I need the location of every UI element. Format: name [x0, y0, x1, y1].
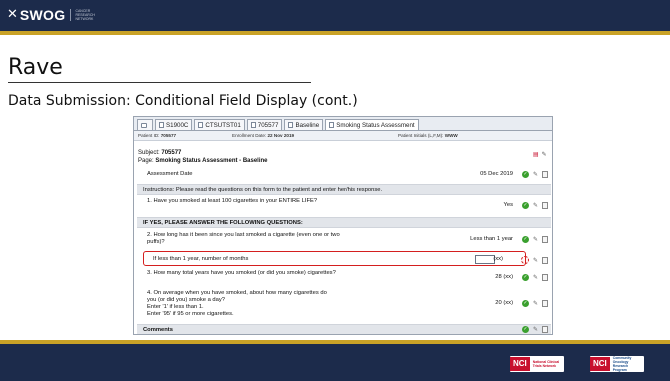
tab-site[interactable]: CTSUTST01	[194, 119, 245, 130]
folder-icon	[198, 122, 204, 128]
tab-label: 705577	[257, 121, 279, 129]
conditional-header-bar: IF YES, PLEASE ANSWER THE FOLLOWING QUES…	[137, 217, 551, 228]
pencil-icon[interactable]: ✎	[533, 300, 538, 307]
folder-icon	[288, 122, 294, 128]
field-hint: Enter '95' if 95 or more cigarettes.	[147, 311, 234, 317]
swog-logo: ✕ SWOG CANCER RESEARCH NETWORK	[7, 7, 97, 23]
field-value[interactable]: 05 Dec 2019	[480, 171, 513, 178]
form-row-q1: 1. Have you smoked at least 100 cigarett…	[137, 198, 551, 214]
conditional-header-text: IF YES, PLEASE ANSWER THE FOLLOWING QUES…	[143, 220, 303, 226]
check-icon: ✓	[521, 274, 529, 281]
note-icon[interactable]	[542, 171, 548, 178]
form-header: Subject: 705577 Page: Smoking Status Ass…	[138, 150, 268, 165]
field-hint: Enter '1' if less than 1.	[147, 304, 204, 310]
pencil-icon[interactable]: ✎	[533, 257, 538, 264]
field-label: 1. Have you smoked at least 100 cigarett…	[147, 198, 318, 204]
field-label-group: 4. On average when you have smoked, abou…	[147, 290, 337, 318]
logo-wordmark: SWOG	[19, 7, 66, 23]
tab-label: S1900C	[166, 121, 189, 129]
comments-bar: Comments ✓ ✎	[137, 324, 551, 334]
pencil-icon[interactable]: ✎	[533, 274, 538, 281]
field-label: Assessment Date	[147, 171, 193, 177]
note-icon[interactable]	[542, 326, 548, 333]
field-icons: ✓ ✎	[521, 202, 548, 209]
instructions-text: Instructions: Please read the questions …	[143, 187, 383, 193]
swog-x-icon: ✕	[7, 7, 18, 22]
pencil-icon[interactable]: ✎	[533, 236, 538, 243]
pencil-icon[interactable]: ✎	[533, 202, 538, 209]
form-row-q2: 2. How long has it been since you last s…	[137, 232, 551, 248]
folder-icon	[159, 122, 164, 128]
person-icon	[250, 122, 256, 128]
slide-title: Rave	[8, 55, 63, 80]
tab-home[interactable]	[137, 119, 153, 130]
logo-tagline: CANCER RESEARCH NETWORK	[75, 9, 95, 21]
field-value[interactable]: Less than 1 year	[470, 236, 513, 243]
form-row-q4: 4. On average when you have smoked, abou…	[137, 290, 551, 320]
field-icons: ✓ ✎	[521, 236, 548, 243]
nci-text: Community Oncology Research Program	[612, 356, 632, 372]
patient-initials: Patient Initials (L,F,M): WWW	[398, 133, 458, 138]
patient-info-bar: Patient ID: 705577 Enrollment Date: 22 N…	[134, 131, 552, 141]
patient-id: Patient ID: 705577	[138, 133, 177, 138]
tab-label: CTSUTST01	[205, 121, 241, 129]
check-icon: ✓	[521, 202, 529, 209]
field-icons: ✓ ✎	[521, 326, 548, 333]
conditional-field-highlight	[143, 251, 526, 266]
field-icons: ✓ ✎	[521, 274, 548, 281]
nci-text: National Clinical Trials Network	[532, 360, 560, 368]
page-icon	[329, 122, 335, 128]
note-icon[interactable]	[542, 274, 548, 281]
form-row-q3: 3. How many total years have you smoked …	[137, 270, 551, 286]
form-header-icons: ▤ ✎	[533, 151, 547, 158]
top-banner: ✕ SWOG CANCER RESEARCH NETWORK	[0, 0, 670, 31]
nci-badge: NCI	[510, 357, 530, 371]
tab-label: Smoking Status Assessment	[336, 121, 415, 129]
pencil-icon[interactable]: ✎	[533, 326, 538, 333]
form-row-assessment-date: Assessment Date 05 Dec 2019 ✓ ✎	[137, 171, 551, 179]
field-icons: ✓ ✎	[521, 300, 548, 307]
nci-nctn-logo: NCI National Clinical Trials Network	[510, 356, 564, 372]
page-line: Page: Smoking Status Assessment - Baseli…	[138, 157, 268, 164]
check-icon: ✓	[521, 236, 529, 243]
field-value[interactable]: 20 (xx)	[495, 300, 513, 307]
field-label: 3. How many total years have you smoked …	[147, 270, 336, 276]
tab-study[interactable]: S1900C	[155, 119, 193, 130]
title-underline	[8, 82, 311, 83]
note-icon[interactable]	[542, 236, 548, 243]
tab-label: Baseline	[295, 121, 320, 129]
rave-screenshot: S1900C CTSUTST01 705577 Baseline Smoking…	[133, 116, 553, 335]
check-icon: ✓	[521, 300, 529, 307]
nci-badge: NCI	[590, 357, 610, 371]
check-icon: ✓	[521, 326, 529, 333]
field-value[interactable]: 28 (xx)	[495, 274, 513, 281]
comments-label: Comments	[143, 327, 173, 333]
instructions-bar: Instructions: Please read the questions …	[137, 184, 551, 195]
field-label: 4. On average when you have smoked, abou…	[147, 290, 327, 303]
tab-folder[interactable]: Baseline	[284, 119, 324, 130]
note-icon[interactable]	[542, 256, 548, 264]
tab-subject[interactable]: 705577	[246, 119, 283, 130]
field-label: 2. How long has it been since you last s…	[147, 232, 340, 245]
logo-divider	[70, 9, 72, 21]
pencil-icon[interactable]: ✎	[533, 171, 538, 178]
check-icon: ✓	[521, 171, 529, 178]
subject-line: Subject: 705577	[138, 150, 182, 156]
rave-tab-bar: S1900C CTSUTST01 705577 Baseline Smoking…	[134, 117, 552, 131]
note-icon[interactable]	[542, 202, 548, 209]
enrollment-date: Enrollment Date: 22 Nov 2019	[232, 133, 295, 138]
slide-subtitle: Data Submission: Conditional Field Displ…	[8, 93, 358, 109]
tab-form[interactable]: Smoking Status Assessment	[325, 119, 419, 130]
pdf-icon[interactable]: ▤	[533, 151, 539, 158]
bottom-banner	[0, 344, 670, 381]
note-icon[interactable]	[542, 300, 548, 307]
home-icon	[141, 122, 147, 128]
field-icons: ✓ ✎	[521, 171, 548, 178]
top-accent-line	[0, 31, 670, 35]
pencil-icon[interactable]: ✎	[542, 151, 547, 158]
nci-ncorp-logo: NCI Community Oncology Research Program	[590, 356, 644, 372]
field-value[interactable]: Yes	[504, 202, 513, 209]
